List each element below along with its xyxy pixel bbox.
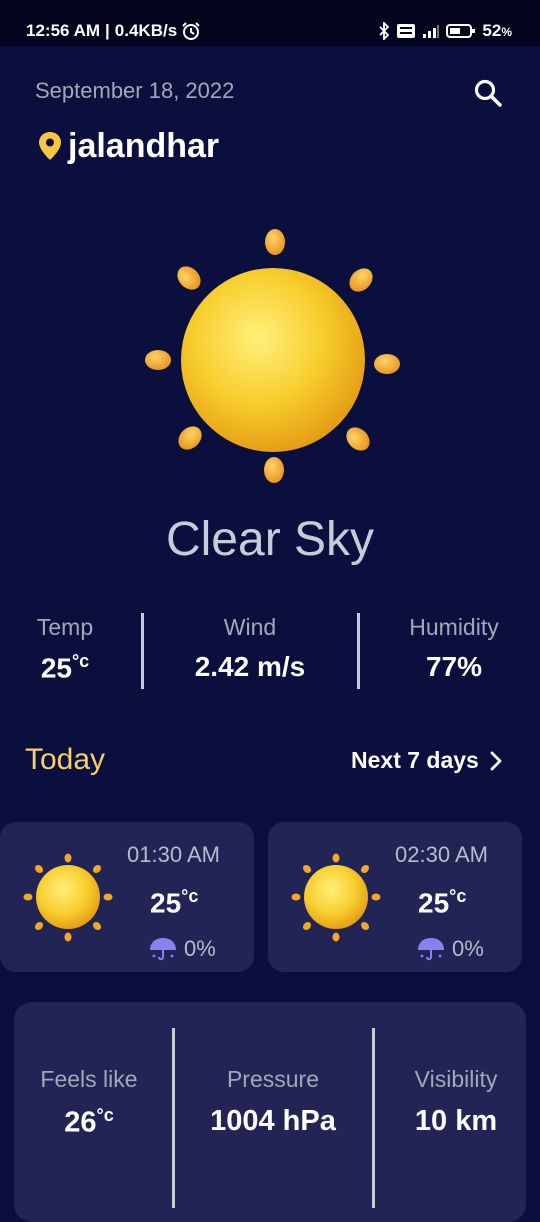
divider [141,613,144,689]
divider [357,613,360,689]
location[interactable]: jalandhar [38,126,219,166]
chevron-right-icon [490,751,502,770]
hourly-rain: 0% [148,936,216,962]
status-right: 52% [378,21,512,41]
search-icon [474,79,502,107]
stat-label: Humidity [409,614,499,640]
divider [372,1028,375,1208]
detail-feels-like: Feels like 26°c [9,1066,169,1140]
status-time: 12:56 AM [26,21,101,40]
search-button[interactable] [472,77,504,109]
hourly-card[interactable]: 02:30 AM 25°c 0% [268,822,522,972]
current-date: September 18, 2022 [35,78,235,103]
stat-value: 77% [425,651,483,682]
sun-icon [291,853,381,942]
divider [172,1028,175,1208]
detail-value: 26°c [64,1105,114,1139]
battery-icon [446,24,476,38]
stat-humidity: Humidity 77% [364,614,540,683]
hourly-rain-value: 0% [452,936,484,961]
hourly-rain: 0% [416,936,484,962]
hourly-time: 01:30 AM [127,842,220,867]
detail-label: Pressure [226,1066,320,1092]
alarm-icon [182,22,200,40]
details-card: Feels like 26°c Pressure 1004 hPa Visibi… [14,1002,526,1222]
next-7-days-label: Next 7 days [351,747,479,773]
sun-icon [145,229,400,483]
tab-today[interactable]: Today [25,743,105,777]
next-7-days-button[interactable]: Next 7 days [351,747,503,774]
battery-level: 52% [482,21,512,40]
detail-label: Feels like [40,1066,138,1092]
bluetooth-icon [379,22,390,40]
hourly-time: 02:30 AM [395,842,488,867]
location-name: jalandhar [68,127,220,165]
detail-value: 1004 hPa [210,1105,336,1137]
stat-wind: Wind 2.42 m/s [160,614,340,683]
status-left: 12:56 AM | 0.4KB/s [26,21,201,41]
volte-icon [397,24,416,38]
signal-icon [423,25,440,38]
status-separator: | [105,21,110,40]
stat-temp: Temp 25°c [0,614,155,684]
hourly-card[interactable]: 01:30 AM 25°c 0% [0,822,254,972]
hourly-temp: 25°c [418,886,467,919]
stat-value: 25°c [40,651,90,684]
sun-icon [23,853,113,942]
stat-value: 2.42 m/s [194,651,306,682]
detail-pressure: Pressure 1004 hPa [193,1066,353,1138]
detail-label: Visibility [414,1066,498,1092]
hourly-temp: 25°c [150,886,199,919]
current-stats: Temp 25°c Wind 2.42 m/s Humidity 77% [0,610,540,690]
network-speed: 0.4KB/s [114,21,178,40]
status-bar: 12:56 AM | 0.4KB/s 52% [0,0,540,46]
location-pin-icon [39,132,61,160]
stat-label: Temp [36,614,94,640]
stat-label: Wind [223,614,277,640]
detail-value: 10 km [414,1105,498,1137]
umbrella-icon [418,938,444,961]
hourly-rain-value: 0% [184,936,216,961]
weather-condition: Clear Sky [165,513,375,566]
umbrella-icon [150,938,176,961]
detail-visibility: Visibility 10 km [376,1066,536,1138]
